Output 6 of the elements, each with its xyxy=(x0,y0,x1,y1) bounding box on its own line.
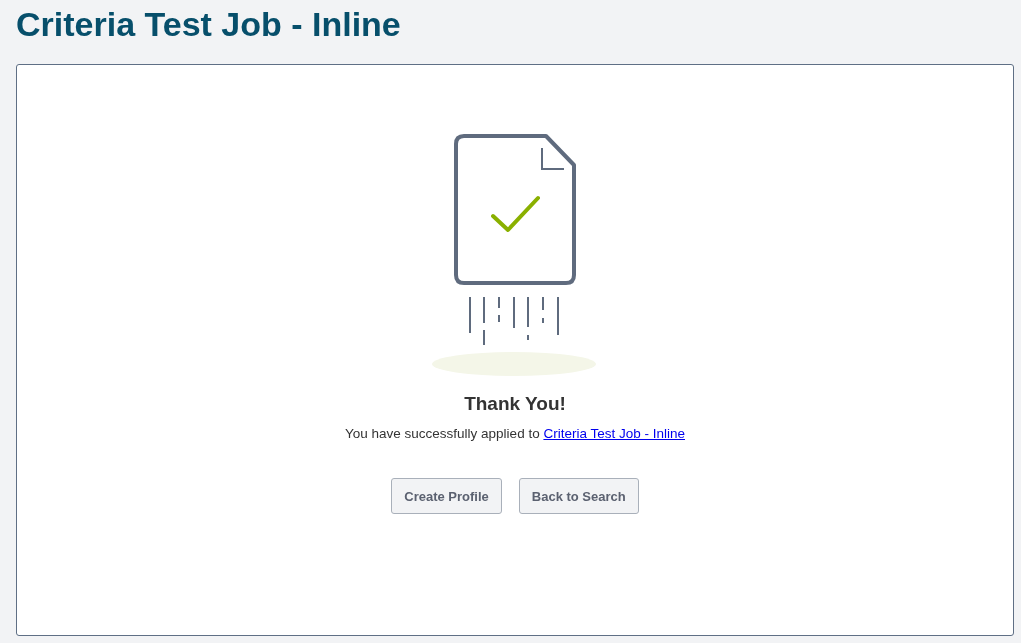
job-link[interactable]: Criteria Test Job - Inline xyxy=(543,426,685,441)
create-profile-button[interactable]: Create Profile xyxy=(391,478,502,514)
back-to-search-button[interactable]: Back to Search xyxy=(518,478,639,514)
page-title: Criteria Test Job - Inline xyxy=(16,4,401,45)
success-message: You have successfully applied to Criteria Test Job - Inline xyxy=(345,425,685,442)
thank-you-heading: Thank You! xyxy=(464,392,566,416)
